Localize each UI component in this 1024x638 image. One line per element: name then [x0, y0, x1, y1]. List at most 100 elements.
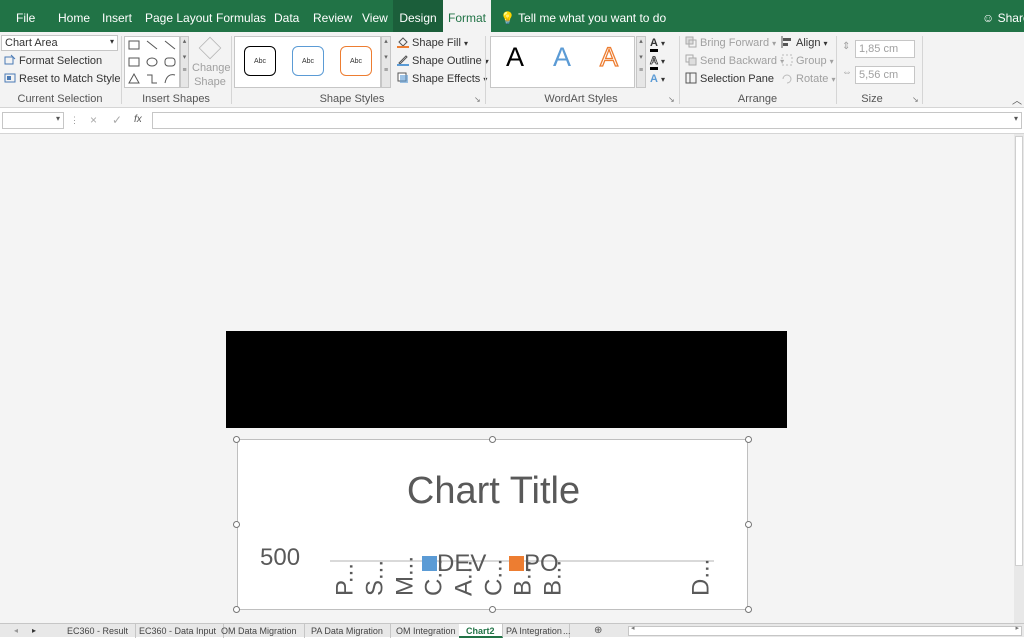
sheet-tab[interactable]: ...	[561, 624, 573, 638]
shape-outline-button[interactable]: Shape Outline ▾	[397, 54, 489, 69]
legend-label-dev: DEV	[437, 550, 487, 577]
shape-height-input[interactable]: 1,85 cm	[855, 40, 915, 58]
tab-page-layout[interactable]: Page Layout	[145, 0, 212, 32]
selection-pane-icon	[685, 72, 697, 84]
sheet-tab[interactable]: Chart2	[459, 624, 503, 638]
bring-forward-label: Bring Forward	[700, 37, 770, 49]
selection-pane-button[interactable]: Selection Pane	[685, 72, 774, 86]
chevron-down-icon: ▾	[109, 37, 114, 46]
tab-format[interactable]: Format	[443, 0, 491, 32]
sheet-tab[interactable]: EC360 - Data Input	[132, 624, 225, 638]
tab-review[interactable]: Review	[313, 0, 352, 32]
shapes-gallery[interactable]	[124, 36, 180, 88]
new-sheet-icon[interactable]: ⊕	[594, 624, 602, 638]
resize-handle-top-left[interactable]	[233, 436, 240, 443]
group-separator	[922, 36, 923, 104]
share-button[interactable]: ☺ Share	[982, 0, 1024, 32]
chevron-down-icon: ▾	[661, 75, 666, 84]
wordart-gallery[interactable]: A A A	[490, 36, 635, 88]
collapse-ribbon-icon[interactable]: ︿	[1012, 92, 1022, 107]
align-button[interactable]: Align ▾	[781, 36, 828, 51]
wordart-style-blue[interactable]: A	[542, 42, 582, 73]
shape-styles-group-label: Shape Styles	[319, 93, 385, 105]
size-group-label: Size	[861, 93, 883, 105]
tab-home[interactable]: Home	[58, 0, 90, 32]
tell-me-search[interactable]: 💡 Tell me what you want to do	[500, 0, 666, 32]
sheet-tab[interactable]: PA Data Migration	[304, 624, 391, 638]
resize-handle-bottom[interactable]	[489, 606, 496, 613]
tab-file[interactable]: File	[16, 0, 35, 32]
tab-formulas[interactable]: Formulas	[216, 0, 266, 32]
shape-style-blue[interactable]: Abc	[292, 46, 324, 76]
dialog-launcher-icon[interactable]: ↘	[912, 95, 919, 104]
tab-insert[interactable]: Insert	[102, 0, 132, 32]
scrollbar-thumb[interactable]	[1015, 136, 1023, 566]
shapes-gallery-scroll[interactable]: ▴ ▾ ≡	[180, 36, 189, 88]
format-selection-button[interactable]: Format Selection	[4, 54, 102, 68]
chart-element-dropdown[interactable]: Chart Area ▾	[1, 35, 118, 51]
insert-function-icon[interactable]: fx	[134, 114, 142, 125]
sheet-tab[interactable]: EC360 - Result	[60, 624, 137, 638]
wordart-style-black[interactable]: A	[495, 42, 535, 73]
rotate-button[interactable]: Rotate ▾	[781, 72, 836, 87]
shape-styles-scroll[interactable]: ▴ ▾ ≡	[381, 36, 391, 88]
height-icon: ⇕	[842, 41, 851, 52]
resize-handle-bottom-left[interactable]	[233, 606, 240, 613]
vertical-scrollbar[interactable]	[1014, 134, 1024, 623]
redacted-region	[226, 331, 787, 428]
sheet-tab[interactable]: PA Integration	[499, 624, 570, 638]
shape-width-input[interactable]: 5,56 cm	[855, 66, 915, 84]
tab-design[interactable]: Design	[393, 0, 443, 32]
sheet-tab[interactable]: OM Data Migration	[214, 624, 305, 638]
send-backward-button[interactable]: Send Backward ▾	[685, 54, 784, 69]
chart-area[interactable]: Chart Title 500 P... S... M... C... A... C...…	[237, 439, 748, 610]
category-tick-label: P...	[331, 563, 358, 596]
text-effects-button[interactable]: A ▾	[650, 72, 665, 87]
name-box[interactable]: ▾	[2, 112, 64, 129]
resize-handle-bottom-right[interactable]	[745, 606, 752, 613]
horizontal-scrollbar[interactable]: ◂ ▸	[628, 625, 1022, 636]
formula-options-icon: ⋮	[70, 115, 79, 125]
align-icon	[781, 36, 793, 48]
tab-view[interactable]: View	[362, 0, 388, 32]
bring-forward-button[interactable]: Bring Forward ▾	[685, 36, 776, 51]
shape-style-black[interactable]: Abc	[244, 46, 276, 76]
resize-handle-left[interactable]	[233, 521, 240, 528]
resize-handle-top-right[interactable]	[745, 436, 752, 443]
shape-styles-gallery[interactable]: Abc Abc Abc	[234, 36, 381, 88]
text-outline-button[interactable]: A ▾	[650, 54, 665, 70]
resize-handle-right[interactable]	[745, 521, 752, 528]
reset-style-icon	[4, 72, 16, 84]
chevron-down-icon: ▾	[831, 75, 836, 84]
reset-match-style-label: Reset to Match Style	[19, 73, 121, 85]
scroll-tabs-right-icon[interactable]: ▸	[32, 624, 36, 638]
tab-data[interactable]: Data	[274, 0, 299, 32]
scroll-tabs-left-icon[interactable]: ◂	[14, 624, 18, 638]
cancel-icon[interactable]: ×	[90, 113, 97, 127]
sheet-tab[interactable]: OM Integration	[389, 624, 464, 638]
group-button[interactable]: Group ▾	[781, 54, 834, 69]
format-selection-icon	[4, 54, 16, 66]
bring-forward-icon	[685, 36, 697, 48]
legend-swatch-dev	[422, 556, 437, 571]
enter-icon[interactable]: ✓	[112, 113, 122, 127]
align-label: Align	[796, 37, 821, 49]
scroll-down-icon: ▾	[384, 54, 388, 61]
shape-fill-button[interactable]: Shape Fill ▾	[397, 36, 468, 51]
resize-handle-top[interactable]	[489, 436, 496, 443]
shape-style-orange[interactable]: Abc	[340, 46, 372, 76]
change-shape-button[interactable]: Change Shape	[192, 36, 231, 89]
legend-label-po: PO	[524, 550, 559, 577]
text-fill-button[interactable]: A ▾	[650, 36, 665, 52]
wordart-gallery-scroll[interactable]: ▴ ▾ ≡	[636, 36, 646, 88]
wordart-style-orange-outline[interactable]: A	[589, 41, 629, 73]
width-icon: ⇔	[842, 67, 852, 78]
reset-match-style-button[interactable]: Reset to Match Style	[4, 72, 121, 86]
dialog-launcher-icon[interactable]: ↘	[668, 95, 675, 104]
chart-legend[interactable]: DEV PO	[422, 550, 559, 578]
dialog-launcher-icon[interactable]: ↘	[474, 95, 481, 104]
formula-input[interactable]: ▾	[152, 112, 1022, 129]
pen-icon	[397, 54, 409, 66]
lightbulb-icon: 💡	[500, 11, 515, 25]
shape-effects-button[interactable]: Shape Effects ▾	[397, 72, 487, 87]
